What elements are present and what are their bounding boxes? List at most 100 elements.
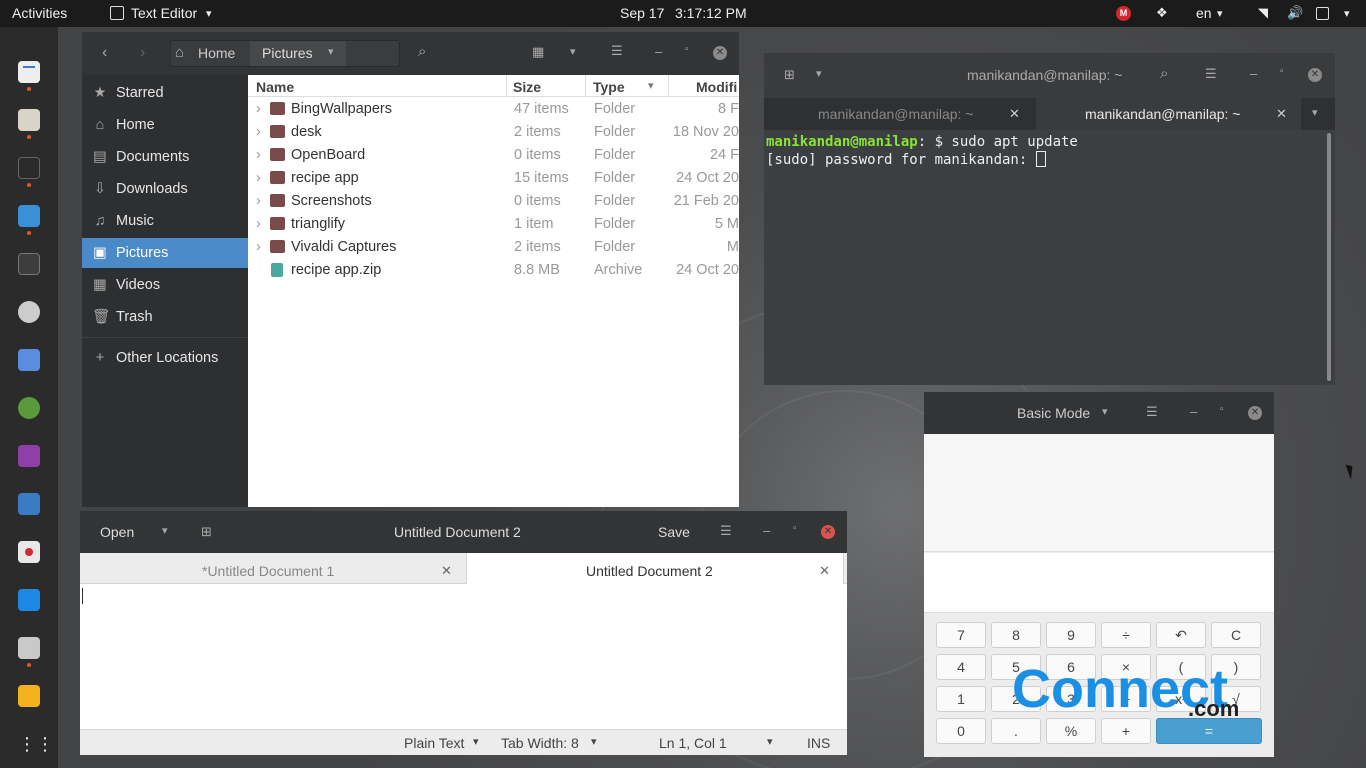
cursor-position[interactable]: Ln 1, Col 1 [659,735,727,751]
activities-button[interactable]: Activities [12,5,67,21]
file-row[interactable]: › recipe app 15 items Folder 24 Oct 20 [248,167,739,190]
file-row[interactable]: › trianglify 1 item Folder 5 M [248,213,739,236]
chevron-down-icon[interactable]: ▾ [473,735,479,748]
software-dock-icon[interactable] [18,301,40,323]
column-modified[interactable]: Modifi [696,79,737,95]
hamburger-menu-icon[interactable]: ☰ [611,43,623,59]
sidebar-item-starred[interactable]: ★ Starred [82,78,248,108]
close-icon[interactable]: ✕ [821,525,835,539]
file-row[interactable]: › desk 2 items Folder 18 Nov 20 [248,121,739,144]
minimize-icon[interactable]: – [763,523,770,538]
path-home[interactable]: Home [198,45,235,61]
chevron-down-icon[interactable]: ▾ [1102,405,1108,418]
terminal-dock-icon[interactable] [18,157,40,179]
key-8[interactable]: 8 [991,622,1041,648]
minimize-icon[interactable]: – [1250,66,1257,81]
new-tab-icon[interactable]: ⊞ [784,67,795,83]
wifi-icon[interactable]: ◥ [1258,5,1268,21]
file-row[interactable]: recipe app.zip 8.8 MB Archive 24 Oct 20 [248,259,739,282]
tab-width-selector[interactable]: Tab Width: 8 [501,735,579,751]
calculator-dock-icon[interactable] [18,205,40,227]
column-type[interactable]: Type [593,79,625,95]
maximize-icon[interactable]: ▫ [793,523,797,534]
path-pictures[interactable]: Pictures [262,45,313,61]
sidebar-item-music[interactable]: ♫ Music [82,206,248,236]
sidebar-item-other-locations[interactable]: + Other Locations [82,343,248,373]
view-options-chevron-icon[interactable]: ▾ [570,45,576,58]
key-1[interactable]: 1 [936,686,986,712]
input-display[interactable] [924,553,1274,613]
mega-icon[interactable]: M [1116,6,1131,21]
settings-dock-icon[interactable] [18,493,40,515]
recorder-dock-icon[interactable] [18,541,40,563]
file-row[interactable]: › Vivaldi Captures 2 items Folder M [248,236,739,259]
system-menu-chevron-icon[interactable]: ▾ [1344,7,1350,20]
column-size[interactable]: Size [513,79,541,95]
language-selector[interactable]: Plain Text [404,735,464,751]
key-clear[interactable]: C [1211,622,1261,648]
tab-untitled-document-1[interactable]: *Untitled Document 1 [202,563,334,579]
key-9[interactable]: 9 [1046,622,1096,648]
maximize-icon[interactable]: ▫ [1280,66,1284,77]
key-4[interactable]: 4 [936,654,986,680]
sort-chevron-icon[interactable]: ▾ [648,79,654,92]
open-button[interactable]: Open [100,524,134,540]
close-tab-icon[interactable]: ✕ [1009,106,1020,122]
grid-view-icon[interactable]: ▦ [532,44,544,60]
mode-selector[interactable]: Basic Mode [1017,405,1090,421]
key-undo[interactable]: ↶ [1156,622,1206,648]
dropbox-icon[interactable]: ❖ [1156,5,1168,21]
text-editor-dock-icon[interactable] [18,61,40,83]
maximize-icon[interactable]: ▫ [1220,404,1224,415]
app-menu[interactable]: Text Editor [131,5,197,21]
close-icon[interactable]: ✕ [1308,68,1322,82]
column-name[interactable]: Name [256,79,294,95]
language-indicator[interactable]: en [1196,5,1212,21]
maximize-icon[interactable]: ▫ [685,44,689,55]
new-tab-icon[interactable]: ⊞ [201,524,212,540]
key-7[interactable]: 7 [936,622,986,648]
hamburger-menu-icon[interactable]: ☰ [1205,66,1217,82]
video-editor-dock-icon[interactable] [18,445,40,467]
forward-icon[interactable]: › [140,44,145,62]
zoom-dock-icon[interactable] [18,589,40,611]
screenshot-dock-icon[interactable] [18,349,40,371]
battery-icon[interactable] [1316,7,1329,20]
sidebar-item-documents[interactable]: ▤ Documents [82,142,248,172]
close-tab-icon[interactable]: ✕ [819,563,830,579]
open-chevron-icon[interactable]: ▾ [162,524,168,537]
clock-time[interactable]: 3:17:12 PM [675,5,747,21]
clock-date[interactable]: Sep 17 [620,5,664,21]
sidebar-item-trash[interactable]: 🗑 Trash [82,302,248,332]
system-monitor-dock-icon[interactable] [18,253,40,275]
tab-terminal-2[interactable]: manikandan@manilap: ~ [1085,106,1240,122]
sidebar-item-videos[interactable]: ▦ Videos [82,270,248,300]
chevron-down-icon[interactable]: ▾ [328,45,334,58]
scrollbar[interactable] [1327,133,1331,381]
chevron-down-icon[interactable]: ▾ [767,735,773,748]
tweaks-dock-icon[interactable] [18,637,40,659]
chevron-down-icon[interactable]: ▾ [591,735,597,748]
tabs-chevron-icon[interactable]: ▾ [1312,106,1318,119]
terminal-output[interactable]: manikandan@manilap: $ sudo apt update [s… [766,133,1321,169]
close-tab-icon[interactable]: ✕ [1276,106,1287,122]
file-row[interactable]: › BingWallpapers 47 items Folder 8 F [248,98,739,121]
search-icon[interactable]: ⌕ [418,43,426,60]
save-button[interactable]: Save [658,524,690,540]
tab-untitled-document-2[interactable]: Untitled Document 2 [586,563,713,579]
sidebar-item-pictures[interactable]: ▣ Pictures [82,238,248,268]
text-editor-body[interactable] [80,584,847,729]
sidebar-item-home[interactable]: ⌂ Home [82,110,248,140]
hamburger-menu-icon[interactable]: ☰ [720,523,732,539]
key-0[interactable]: 0 [936,718,986,744]
notes-dock-icon[interactable] [18,685,40,707]
back-icon[interactable]: ‹ [102,44,107,62]
tab-terminal-1[interactable]: manikandan@manilap: ~ [818,106,973,122]
browser-dock-icon[interactable] [18,397,40,419]
key-divide[interactable]: ÷ [1101,622,1151,648]
close-icon[interactable]: ✕ [1248,406,1262,420]
show-applications-icon[interactable]: ⋮⋮ [18,733,54,755]
file-row[interactable]: › Screenshots 0 items Folder 21 Feb 20 [248,190,739,213]
file-row[interactable]: › OpenBoard 0 items Folder 24 F [248,144,739,167]
minimize-icon[interactable]: – [655,44,662,59]
